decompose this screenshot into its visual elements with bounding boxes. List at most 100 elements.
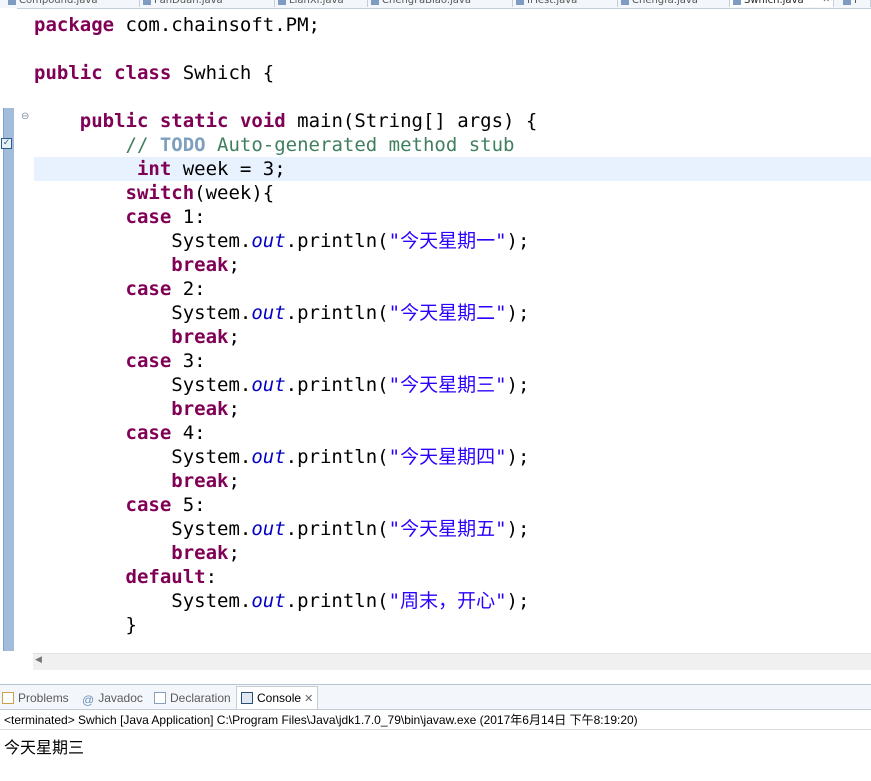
code-line[interactable]: public static void main(String[] args) { bbox=[34, 109, 871, 133]
code-text: System. bbox=[34, 230, 252, 252]
keyword-token: case bbox=[125, 206, 172, 228]
code-text: .println( bbox=[285, 230, 389, 252]
close-tab-icon[interactable]: ✕ bbox=[301, 693, 313, 705]
panel-tab-declaration[interactable]: Declaration bbox=[154, 689, 231, 707]
code-text: ); bbox=[506, 518, 530, 540]
comment-token: // bbox=[125, 134, 160, 156]
code-line[interactable]: System.out.println("周末，开心"); bbox=[34, 589, 871, 613]
code-text: 4: bbox=[171, 422, 206, 444]
code-text: main(String[] args) { bbox=[285, 110, 538, 132]
editor-tab-label: Compound.java bbox=[19, 0, 98, 6]
range-indicator bbox=[3, 108, 14, 651]
fold-collapse-icon[interactable]: ⊖ bbox=[21, 112, 31, 122]
field-token: out bbox=[251, 590, 286, 612]
panel-tab-problems[interactable]: Problems bbox=[2, 689, 69, 707]
horizontal-scrollbar[interactable]: ◀ bbox=[33, 653, 871, 670]
code-line[interactable]: System.out.println("今天星期四"); bbox=[34, 445, 871, 469]
editor-tab-label: ChengFaBiao.java bbox=[382, 0, 471, 6]
code-line[interactable] bbox=[34, 85, 871, 109]
code-line[interactable]: System.out.println("今天星期三"); bbox=[34, 373, 871, 397]
editor-tab[interactable]: P bbox=[840, 0, 871, 7]
panel-tab-javadoc[interactable]: @ Javadoc bbox=[82, 689, 143, 707]
string-literal: "今天星期二" bbox=[388, 302, 507, 324]
keyword-token: case bbox=[125, 278, 172, 300]
code-line[interactable]: // TODO Auto-generated method stub bbox=[34, 133, 871, 157]
code-line[interactable]: System.out.println("今天星期五"); bbox=[34, 517, 871, 541]
editor-tab[interactable]: Swhich.java ✕ bbox=[730, 0, 834, 7]
code-text: ; bbox=[228, 398, 240, 420]
field-token: out bbox=[251, 230, 286, 252]
comment-token: Auto-generated method stub bbox=[205, 134, 515, 156]
code-line[interactable]: System.out.println("今天星期二"); bbox=[34, 301, 871, 325]
editor-tab-label: Swhich.java bbox=[744, 0, 804, 6]
editor-tab[interactable]: Compound.java bbox=[5, 0, 140, 7]
java-file-icon bbox=[371, 0, 379, 5]
code-line[interactable]: default: bbox=[34, 565, 871, 589]
field-token: out bbox=[251, 374, 286, 396]
code-editor[interactable]: package com.chainsoft.PM; public class Sw… bbox=[34, 8, 871, 653]
keyword-token: public bbox=[34, 62, 103, 84]
close-tab-icon[interactable]: ✕ bbox=[822, 0, 830, 7]
scroll-left-arrow-icon[interactable]: ◀ bbox=[35, 655, 42, 665]
panel-tab-label: Console bbox=[257, 691, 302, 705]
editor-tab[interactable]: PanDuan.java bbox=[140, 0, 275, 7]
editor-tab[interactable]: IfTest.java bbox=[513, 0, 618, 7]
task-marker-icon[interactable]: ✓ bbox=[1, 138, 12, 149]
editor-tab[interactable]: LianXi.java bbox=[275, 0, 368, 7]
code-line[interactable]: switch(week){ bbox=[34, 181, 871, 205]
code-line[interactable]: case 5: bbox=[34, 493, 871, 517]
code-line[interactable]: public class Swhich { bbox=[34, 61, 871, 85]
code-line[interactable] bbox=[34, 37, 871, 61]
editor-tab[interactable]: ChengFaBiao.java bbox=[368, 0, 513, 7]
code-line[interactable]: case 4: bbox=[34, 421, 871, 445]
keyword-token: default bbox=[125, 566, 206, 588]
code-text: ); bbox=[506, 374, 530, 396]
code-line[interactable]: case 3: bbox=[34, 349, 871, 373]
code-text: ; bbox=[228, 542, 240, 564]
current-code-line[interactable]: int week = 3; bbox=[34, 157, 871, 181]
code-line[interactable]: break; bbox=[34, 325, 871, 349]
java-file-icon bbox=[8, 0, 16, 5]
code-text: .println( bbox=[285, 446, 389, 468]
code-line[interactable]: } bbox=[34, 613, 871, 637]
panel-tab-label: Javadoc bbox=[98, 691, 143, 705]
code-line[interactable]: package com.chainsoft.PM; bbox=[34, 13, 871, 37]
editor-tab[interactable]: Chengfa.java bbox=[618, 0, 730, 7]
string-literal: "今天星期一" bbox=[388, 230, 507, 252]
panel-tab-console[interactable]: Console ✕ bbox=[236, 686, 319, 709]
editor-tab-label: Chengfa.java bbox=[632, 0, 698, 6]
code-text: ; bbox=[228, 326, 240, 348]
code-line[interactable]: System.out.println("今天星期一"); bbox=[34, 229, 871, 253]
code-line[interactable]: break; bbox=[34, 253, 871, 277]
code-text: 3: bbox=[171, 350, 206, 372]
string-literal: "今天星期三" bbox=[388, 374, 507, 396]
java-file-icon bbox=[516, 0, 524, 5]
keyword-token: break bbox=[171, 254, 229, 276]
code-text: (week){ bbox=[194, 182, 275, 204]
panel-tab-label: Declaration bbox=[170, 691, 231, 705]
code-line[interactable]: break; bbox=[34, 469, 871, 493]
bottom-panel-tabs: Problems @ Javadoc Declaration Console ✕ bbox=[0, 684, 871, 710]
keyword-token: case bbox=[125, 350, 172, 372]
code-text: 2: bbox=[171, 278, 206, 300]
code-line[interactable]: break; bbox=[34, 397, 871, 421]
editor-tab-label: P bbox=[854, 0, 861, 6]
keyword-token: break bbox=[171, 470, 229, 492]
console-output[interactable]: 今天星期三 bbox=[4, 734, 84, 758]
code-line[interactable]: break; bbox=[34, 541, 871, 565]
panel-tab-label: Problems bbox=[18, 691, 69, 705]
code-line[interactable]: case 2: bbox=[34, 277, 871, 301]
console-icon bbox=[241, 692, 253, 704]
java-file-icon bbox=[278, 0, 286, 5]
code-text: System. bbox=[34, 374, 252, 396]
code-line[interactable]: case 1: bbox=[34, 205, 871, 229]
